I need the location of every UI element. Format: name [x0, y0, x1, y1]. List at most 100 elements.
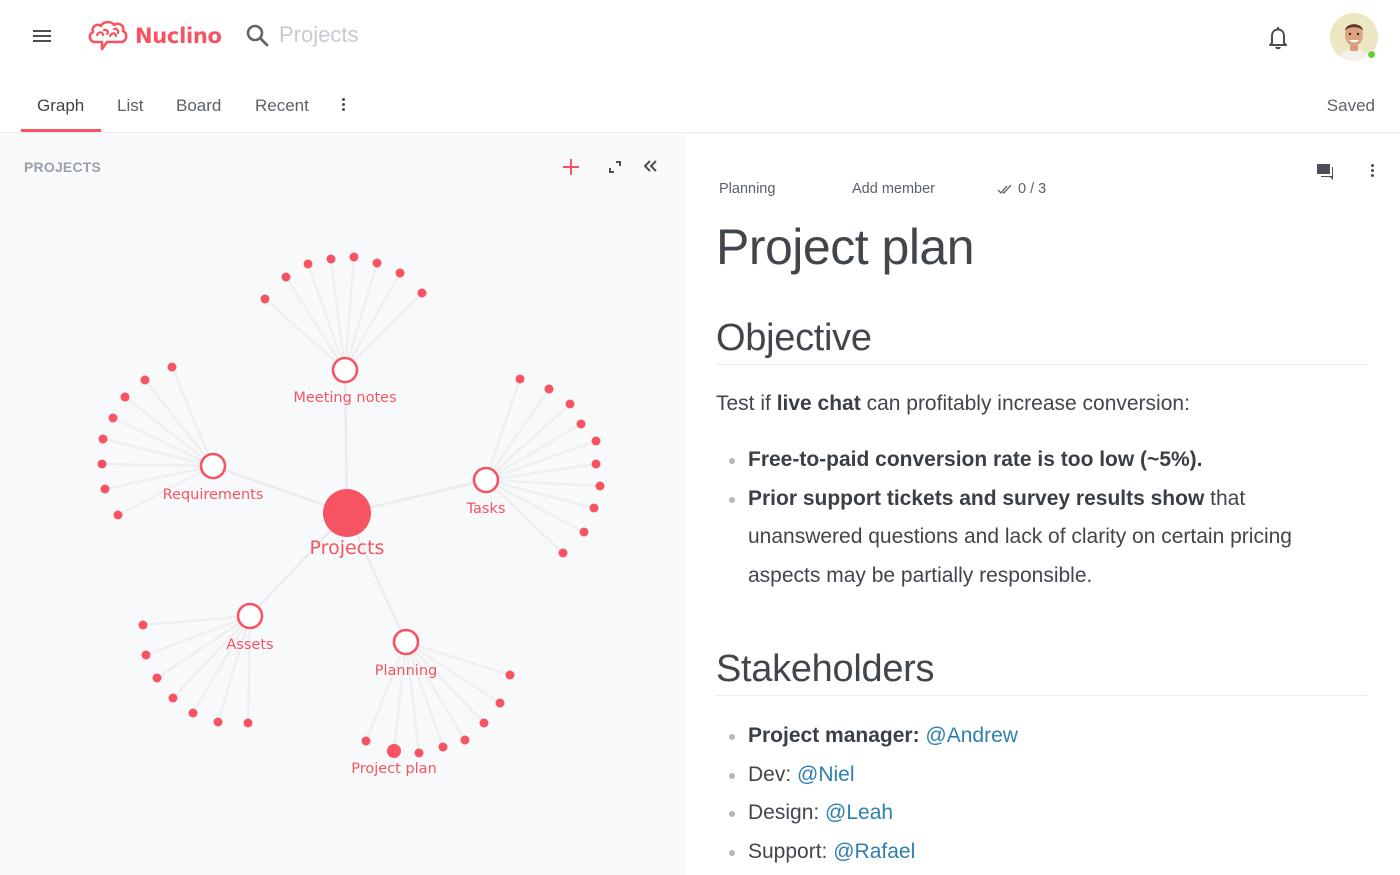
user-mention[interactable]: @Rafael	[833, 840, 915, 863]
graph-node-item[interactable]	[281, 272, 291, 282]
task-progress-value: 0 / 3	[1018, 181, 1047, 197]
graph-node-item[interactable]	[438, 742, 448, 752]
bell-icon[interactable]	[1267, 26, 1289, 55]
graph-node-item[interactable]	[565, 399, 575, 409]
graph-node-current-item[interactable]	[387, 744, 401, 758]
graph-node-label[interactable]: Tasks	[466, 501, 506, 517]
graph-node-cluster[interactable]	[392, 628, 420, 656]
graph-node-item[interactable]	[591, 436, 601, 446]
graph-node-item[interactable]	[138, 620, 148, 630]
graph-node-item[interactable]	[479, 718, 489, 728]
page-title[interactable]: Project plan	[716, 218, 975, 276]
user-mention[interactable]: @Leah	[825, 801, 893, 824]
tab-list[interactable]: List	[117, 96, 143, 116]
graph-node-label[interactable]: Projects	[310, 537, 385, 559]
graph-node-item[interactable]	[589, 503, 599, 513]
stakeholders-list: Project manager: @Andrew Dev: @Niel Desi…	[729, 717, 1358, 871]
graph-node-item[interactable]	[361, 736, 371, 746]
cluster-graph[interactable]: Meeting notes Requirements Tasks Assets Plan…	[0, 134, 685, 875]
panel-title: PROJECTS	[24, 159, 102, 175]
task-progress: 0 / 3	[997, 181, 1046, 197]
search-input[interactable]	[279, 22, 539, 48]
graph-node-item[interactable]	[505, 670, 515, 680]
search-bar	[245, 22, 539, 48]
view-tabs: Graph List Board Recent Saved	[0, 74, 1400, 133]
graph-node-label[interactable]: Meeting notes	[293, 390, 396, 406]
graph-node-item[interactable]	[141, 650, 151, 660]
graph-node-item[interactable]	[544, 384, 554, 394]
graph-node-item[interactable]	[303, 259, 313, 269]
list-item: Prior support tickets and survey results…	[729, 480, 1358, 596]
graph-node-item[interactable]	[395, 268, 405, 278]
graph-node-item[interactable]	[168, 693, 178, 703]
graph-node-item[interactable]	[108, 413, 118, 423]
add-member-button[interactable]: Add member	[852, 181, 935, 197]
more-vertical-icon[interactable]	[340, 98, 346, 114]
graph-node-item[interactable]	[576, 419, 586, 429]
section-heading-objective: Objective	[716, 317, 1367, 365]
intro-text-end: can profitably increase conversion:	[860, 392, 1190, 415]
expand-icon[interactable]	[607, 159, 623, 180]
list-item: Design: @Leah	[729, 794, 1358, 833]
cluster-link[interactable]: Planning	[719, 181, 775, 197]
graph-node-item[interactable]	[595, 481, 605, 491]
graph-node-item[interactable]	[213, 717, 223, 727]
graph-node-item[interactable]	[260, 294, 270, 304]
graph-node-item[interactable]	[414, 748, 424, 758]
graph-node-cluster[interactable]	[199, 452, 227, 480]
stakeholder-role: Support:	[748, 839, 834, 863]
intro-bold: live chat	[776, 392, 861, 415]
graph-node-item[interactable]	[167, 362, 177, 372]
double-chevron-left-icon[interactable]	[642, 158, 660, 179]
sidebar-graph-panel: Meeting notes Requirements Tasks Assets Plan…	[0, 134, 685, 875]
graph-node-item[interactable]	[152, 673, 162, 683]
graph-node-cluster[interactable]	[472, 466, 500, 494]
user-mention[interactable]: @Niel	[797, 763, 855, 786]
graph-node-item[interactable]	[100, 484, 110, 494]
graph-node-label[interactable]: Requirements	[163, 487, 264, 503]
tab-recent[interactable]: Recent	[255, 96, 309, 116]
graph-node-item[interactable]	[188, 708, 198, 718]
graph-node-cluster[interactable]	[236, 602, 264, 630]
graph-node-item[interactable]	[98, 434, 108, 444]
graph-node-item[interactable]	[417, 288, 427, 298]
app-logo[interactable]: Nuclino	[87, 20, 222, 52]
tab-board[interactable]: Board	[176, 96, 221, 116]
intro-text: Test if	[716, 392, 777, 415]
comments-icon[interactable]	[1315, 162, 1335, 187]
user-mention[interactable]: @Andrew	[925, 724, 1018, 747]
graph-node-item[interactable]	[97, 459, 107, 469]
hamburger-menu-icon[interactable]	[30, 26, 54, 48]
search-icon[interactable]	[245, 23, 269, 47]
graph-edge	[142, 614, 251, 627]
graph-node-label[interactable]: Assets	[226, 637, 273, 653]
graph-node-item[interactable]	[113, 510, 123, 520]
graph-node-item[interactable]	[515, 374, 525, 384]
list-item: Project manager: @Andrew	[729, 717, 1358, 756]
active-tab-indicator	[21, 129, 101, 132]
graph-node-item[interactable]	[460, 735, 470, 745]
graph-node-item[interactable]	[243, 718, 253, 728]
graph-node-item[interactable]	[591, 459, 601, 469]
graph-node-item[interactable]	[120, 392, 130, 402]
graph-node-item[interactable]	[558, 548, 568, 558]
tab-graph[interactable]: Graph	[37, 96, 84, 116]
graph-node-item[interactable]	[495, 698, 505, 708]
list-item: Dev: @Niel	[729, 756, 1358, 795]
graph-node-item[interactable]	[372, 258, 382, 268]
top-bar: Nuclino	[0, 0, 1400, 74]
graph-node-item[interactable]	[140, 375, 150, 385]
graph-node-item[interactable]	[349, 252, 359, 262]
graph-node-root[interactable]	[323, 489, 371, 537]
list-item: Free-to-paid conversion rate is too low …	[729, 441, 1358, 480]
plus-icon[interactable]	[561, 157, 581, 182]
more-vertical-icon[interactable]	[1369, 164, 1375, 180]
graph-node-item[interactable]	[326, 254, 336, 264]
graph-node-label[interactable]: Project plan	[351, 761, 437, 777]
graph-node-item[interactable]	[579, 527, 589, 537]
graph-node-label[interactable]: Planning	[375, 663, 437, 679]
graph-node-cluster[interactable]	[331, 356, 359, 384]
app-name: Nuclino	[135, 24, 222, 48]
graph-edge	[104, 464, 214, 491]
brain-speech-bubble-icon	[88, 20, 128, 51]
